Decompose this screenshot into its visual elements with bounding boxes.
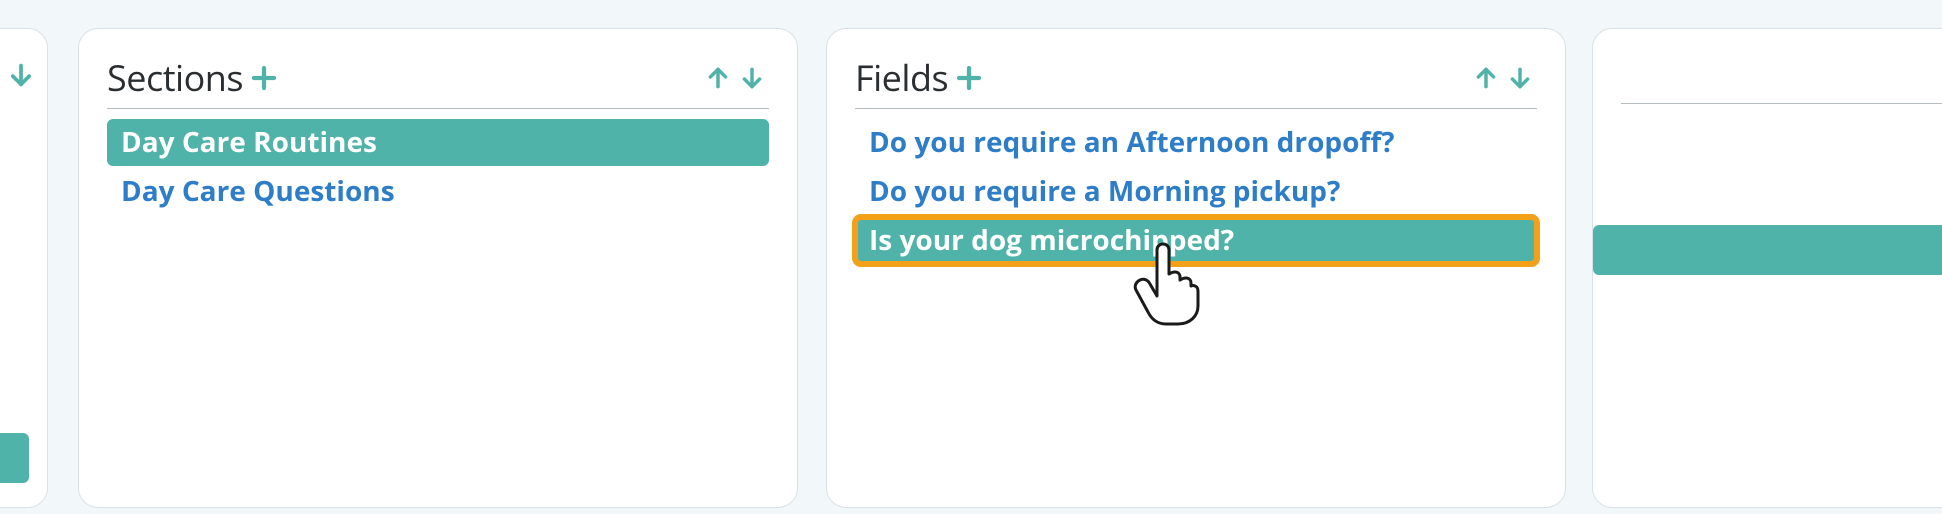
field-item-label: Is your dog microchipped? [869, 221, 1234, 259]
fields-panel: Fields Do you require an Afternoon dropo… [826, 28, 1566, 508]
section-item-label: Day Care Questions [121, 172, 395, 210]
viewport: Sections Day Care Routines Day Care Ques… [0, 0, 1942, 514]
selected-item-truncated-right[interactable] [1593, 225, 1942, 275]
selected-item-truncated[interactable] [0, 433, 29, 483]
field-item-microchipped[interactable]: Is your dog microchipped? [855, 217, 1537, 264]
add-field-button[interactable] [954, 63, 984, 93]
move-down-icon[interactable] [7, 59, 35, 96]
sections-header: Sections [107, 53, 769, 109]
field-item-label: Do you require an Afternoon dropoff? [869, 123, 1395, 161]
plus-icon [954, 63, 984, 93]
fields-move-up-button[interactable] [1469, 63, 1503, 93]
sections-move-down-button[interactable] [735, 63, 769, 93]
truncated-right-header [1621, 53, 1942, 104]
arrow-down-icon [1507, 63, 1533, 93]
arrow-up-icon [1473, 63, 1499, 93]
fields-move-down-button[interactable] [1503, 63, 1537, 93]
sections-title: Sections [107, 53, 243, 102]
add-section-button[interactable] [249, 63, 279, 93]
arrow-down-icon [739, 63, 765, 93]
panel-truncated-right [1592, 28, 1942, 508]
sections-move-up-button[interactable] [701, 63, 735, 93]
section-item-label: Day Care Routines [121, 123, 377, 161]
sections-panel: Sections Day Care Routines Day Care Ques… [78, 28, 798, 508]
plus-icon [249, 63, 279, 93]
section-item-day-care-routines[interactable]: Day Care Routines [107, 119, 769, 166]
fields-header: Fields [855, 53, 1537, 109]
field-item-morning-pickup[interactable]: Do you require a Morning pickup? [855, 168, 1537, 215]
sections-list: Day Care Routines Day Care Questions [107, 119, 769, 215]
panel-truncated-left [0, 28, 48, 508]
field-item-afternoon-dropoff[interactable]: Do you require an Afternoon dropoff? [855, 119, 1537, 166]
fields-list: Do you require an Afternoon dropoff? Do … [855, 119, 1537, 264]
section-item-day-care-questions[interactable]: Day Care Questions [107, 168, 769, 215]
fields-title: Fields [855, 53, 948, 102]
arrow-up-icon [705, 63, 731, 93]
field-item-label: Do you require a Morning pickup? [869, 172, 1340, 210]
